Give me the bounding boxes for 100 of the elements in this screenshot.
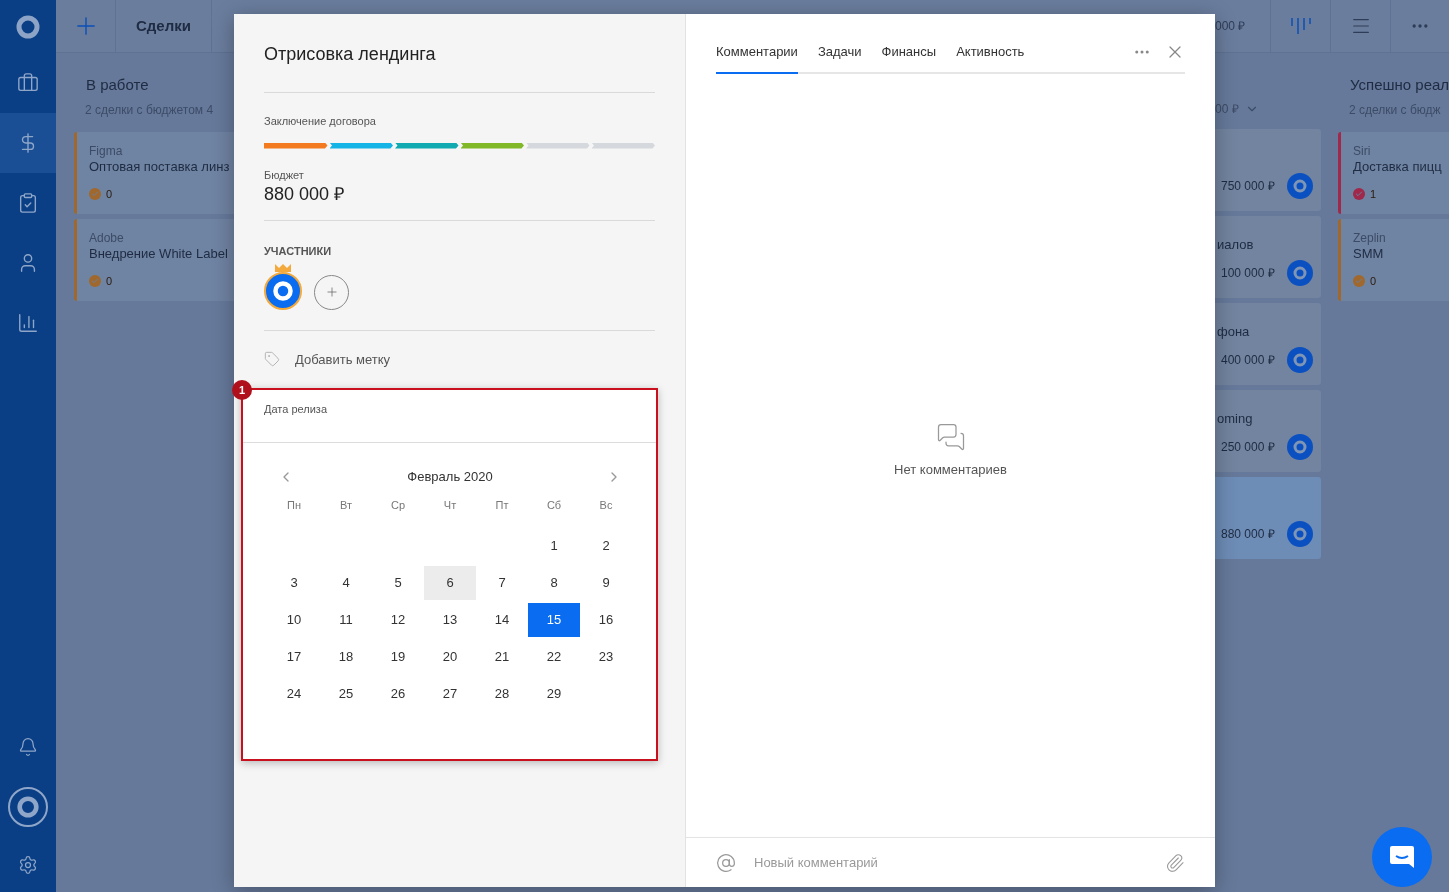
calendar-day[interactable]: 10: [268, 603, 320, 637]
calendar-day[interactable]: 27: [424, 677, 476, 711]
weekday-label: Пн: [287, 497, 301, 513]
calendar-day[interactable]: 22: [528, 640, 580, 674]
weekday-label: Вс: [599, 497, 613, 513]
weekday-label: Сб: [546, 497, 562, 513]
task-count: 0: [106, 187, 113, 202]
calendar-day[interactable]: 29: [528, 677, 580, 711]
deal-card[interactable]: oming 250 000 ₽: [1215, 390, 1321, 472]
calendar-day[interactable]: 17: [268, 640, 320, 674]
calendar-day[interactable]: 25: [320, 677, 372, 711]
deal-amount: 750 000 ₽: [1220, 178, 1275, 195]
task-check-icon: [89, 275, 101, 288]
deal-card[interactable]: 880 000 ₽: [1215, 477, 1321, 559]
bell-icon: [18, 737, 38, 757]
kanban-view-icon[interactable]: [1289, 16, 1312, 36]
logo-icon: [15, 13, 41, 40]
participant-avatar[interactable]: [264, 271, 302, 310]
deal-title: фона: [1217, 323, 1251, 341]
task-check-icon: [1353, 188, 1365, 201]
calendar-day[interactable]: 11: [320, 603, 372, 637]
calendar-day[interactable]: 1: [528, 529, 580, 563]
owner-avatar: [1287, 173, 1313, 199]
stage-label: Заключение договора: [264, 114, 377, 129]
calendar-day[interactable]: 24: [268, 677, 320, 711]
tab[interactable]: Задачи: [817, 42, 862, 74]
calendar-day[interactable]: 4: [320, 566, 372, 600]
avatar[interactable]: [8, 787, 48, 827]
tag-icon: [264, 351, 280, 368]
month-title: Февраль 2020: [407, 468, 493, 486]
calendar-day[interactable]: 5: [372, 566, 424, 600]
owner-avatar: [1287, 260, 1313, 286]
deal-card[interactable]: 750 000 ₽: [1215, 129, 1321, 211]
calendar-day[interactable]: 16: [580, 603, 632, 637]
briefcase-icon: [17, 72, 39, 94]
deal-amount: 880 000 ₽: [1220, 526, 1275, 543]
calendar-day[interactable]: 23: [580, 640, 632, 674]
task-check-icon: [1353, 275, 1365, 288]
owner-avatar: [1287, 347, 1313, 373]
tab[interactable]: Активность: [956, 42, 1025, 74]
task-check-icon: [89, 188, 101, 201]
stage-segment[interactable]: [329, 142, 393, 149]
stage-segment[interactable]: [395, 142, 459, 149]
calendar-day[interactable]: 7: [476, 566, 528, 600]
calendar-day[interactable]: 3: [268, 566, 320, 600]
deal-title: Доставка пицц: [1353, 158, 1442, 176]
calendar-day[interactable]: 21: [476, 640, 528, 674]
deal-card[interactable]: иалов 100 000 ₽: [1215, 216, 1321, 298]
tab[interactable]: Комментарии: [716, 42, 798, 74]
calendar-day[interactable]: 19: [372, 640, 424, 674]
task-count: 0: [106, 274, 113, 289]
calendar-day[interactable]: 2: [580, 529, 632, 563]
bar-chart-icon: [17, 312, 39, 334]
calendar-day[interactable]: 13: [424, 603, 476, 637]
deal-title: Отрисовка лендинга: [264, 43, 437, 66]
column-title: Успешно реал: [1349, 75, 1449, 95]
deal-card[interactable]: Zeplin SMM 0: [1338, 219, 1449, 301]
field-label: Дата релиза: [264, 402, 328, 417]
tab[interactable]: Финансы: [881, 42, 937, 74]
calendar-day[interactable]: 14: [476, 603, 528, 637]
weekday-label: Вт: [340, 497, 352, 513]
task-count: 0: [1370, 274, 1377, 289]
chat-icon: [1388, 844, 1416, 870]
empty-comments-text: Нет комментариев: [894, 460, 1007, 479]
calendar-day[interactable]: 28: [476, 677, 528, 711]
task-count: 1: [1370, 187, 1377, 202]
weekday-label: Чт: [443, 497, 457, 513]
attach-icon[interactable]: [1165, 852, 1185, 873]
crown-icon: [275, 263, 291, 272]
calendar-day[interactable]: 15: [528, 603, 580, 637]
deal-title: Оптовая поставка линз: [89, 158, 230, 176]
add-tag-link[interactable]: Добавить метку: [295, 349, 391, 369]
calendar-day[interactable]: 20: [424, 640, 476, 674]
calendar-day[interactable]: 6: [424, 566, 476, 600]
deal-title: иалов: [1217, 236, 1255, 254]
plus-icon: [324, 285, 339, 299]
company-name: Figma: [89, 144, 123, 158]
mention-icon[interactable]: [716, 852, 736, 873]
owner-avatar: [1287, 521, 1313, 547]
company-name: Siri: [1353, 144, 1371, 158]
weekday-label: Пт: [495, 497, 509, 513]
deal-card[interactable]: фона 400 000 ₽: [1215, 303, 1321, 385]
calendar-day[interactable]: 26: [372, 677, 424, 711]
calendar-day[interactable]: 8: [528, 566, 580, 600]
sidebar-item[interactable]: [0, 113, 56, 173]
calendar-day[interactable]: 18: [320, 640, 372, 674]
deal-title: oming: [1217, 410, 1254, 428]
company-name: Adobe: [89, 231, 124, 245]
stage-segment[interactable]: [264, 142, 328, 149]
deal-card[interactable]: Siri Доставка пицц 1: [1338, 132, 1449, 214]
settings-icon[interactable]: [18, 854, 38, 875]
calendar-day[interactable]: 12: [372, 603, 424, 637]
comment-field[interactable]: Новый комментарий: [754, 852, 1147, 873]
calendar-day[interactable]: 9: [580, 566, 632, 600]
deal-amount: 100 000 ₽: [1220, 265, 1275, 282]
marker-badge: 1: [232, 380, 252, 400]
comments-icon: [935, 421, 966, 452]
weekday-label: Ср: [390, 497, 406, 513]
stage-segment[interactable]: [460, 142, 524, 149]
deal-amount: 400 000 ₽: [1220, 352, 1275, 369]
